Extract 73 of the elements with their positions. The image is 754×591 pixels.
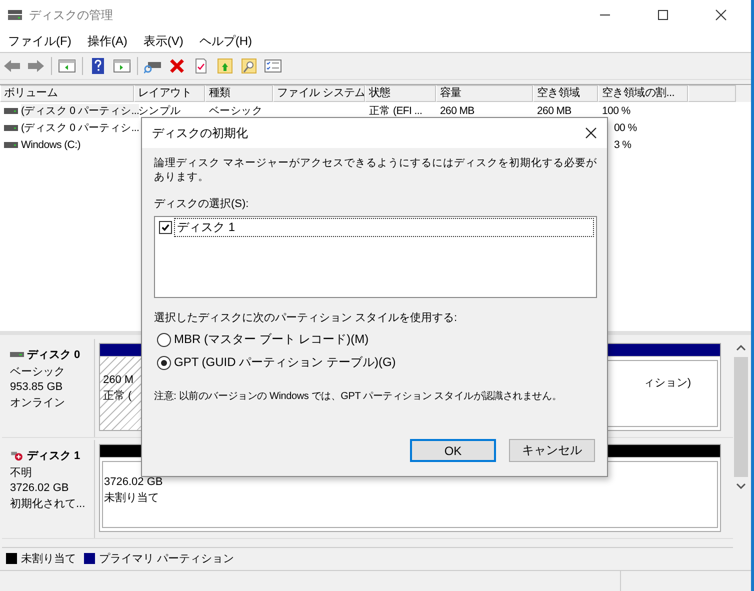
close-icon[interactable] bbox=[585, 127, 597, 139]
table-cell: (ディスク 0 パーティシ... bbox=[21, 120, 140, 134]
cancel-button[interactable]: キャンセル bbox=[509, 439, 595, 462]
partition-label: 正常 ( bbox=[103, 389, 132, 403]
menu-item[interactable]: ファイル(F) bbox=[8, 32, 72, 50]
table-cell: 3 % bbox=[614, 138, 632, 150]
help-icon[interactable] bbox=[89, 58, 107, 74]
disk-list-item[interactable]: ディスク 1 bbox=[174, 218, 594, 237]
partition-style-label: 選択したディスクに次のパーティション スタイルを使用する: bbox=[154, 311, 458, 325]
radio-button[interactable] bbox=[157, 356, 171, 370]
folder-up-icon[interactable] bbox=[216, 58, 234, 74]
disk-detail: 3726.02 GB bbox=[10, 482, 70, 494]
table-cell: (ディスク 0 パーティシ... bbox=[21, 104, 140, 118]
disk-icon bbox=[7, 9, 23, 21]
disk-name: ディスク 0 bbox=[27, 348, 80, 362]
table-cell: 260 MB bbox=[440, 104, 474, 116]
scroll-down-icon[interactable] bbox=[736, 483, 746, 489]
column-header[interactable]: 種類 bbox=[205, 85, 273, 102]
disk-detail: 不明 bbox=[10, 466, 33, 480]
column-header[interactable]: 状態 bbox=[365, 85, 436, 102]
column-header[interactable]: 空き領域の割... bbox=[598, 85, 688, 102]
radio-label[interactable]: GPT (GUID パーティション テーブル)(G) bbox=[174, 354, 396, 371]
disk-info-panel[interactable]: ディスク 1 不明 3726.02 GB 初期化されて... bbox=[2, 440, 95, 538]
column-header[interactable]: 空き領域 bbox=[533, 85, 598, 102]
dialog-message: 論理ディスク マネージャーがアクセスできるようにするにはディスクを初期化する必要があります。 bbox=[154, 156, 597, 184]
window-title: ディスクの管理 bbox=[29, 6, 113, 24]
legend-label: プライマリ パーティション bbox=[99, 552, 234, 566]
disk-detail: ベーシック bbox=[10, 365, 66, 379]
scroll-up-icon[interactable] bbox=[736, 345, 746, 351]
menu-item[interactable]: 操作(A) bbox=[87, 32, 128, 50]
partition-label: 未割り当て bbox=[104, 490, 159, 505]
column-header[interactable]: ボリューム bbox=[0, 85, 134, 102]
disk-info-panel[interactable]: ディスク 0 ベーシック 953.85 GB オンライン bbox=[2, 339, 95, 437]
disk-detail: 953.85 GB bbox=[10, 381, 64, 393]
column-header[interactable]: ファイル システム bbox=[273, 85, 365, 102]
panel-icon[interactable] bbox=[58, 58, 76, 74]
folder-search-icon[interactable] bbox=[240, 58, 258, 74]
table-cell: ベーシック bbox=[209, 104, 263, 118]
menu-item[interactable]: ヘルプ(H) bbox=[199, 32, 252, 50]
disk-select-label: ディスクの選択(S): bbox=[154, 197, 250, 211]
checklist-icon[interactable] bbox=[264, 58, 282, 74]
panel-icon[interactable] bbox=[113, 58, 131, 74]
partition-label: ィション) bbox=[643, 376, 691, 390]
disk-name: ディスク 1 bbox=[27, 449, 80, 463]
legend-label: 未割り当て bbox=[21, 552, 76, 566]
table-cell: 100 % bbox=[602, 104, 630, 116]
disk-detail: 初期化されて... bbox=[10, 496, 86, 511]
table-cell: 00 % bbox=[614, 122, 637, 134]
partition-label: 260 M bbox=[103, 374, 134, 386]
radio-label[interactable]: MBR (マスター ブート レコード)(M) bbox=[174, 331, 369, 348]
header-filler bbox=[688, 85, 736, 102]
close-icon[interactable] bbox=[715, 9, 727, 21]
drive-icon bbox=[4, 124, 18, 132]
forward-arrow-icon[interactable] bbox=[27, 58, 45, 74]
checkbox[interactable] bbox=[159, 221, 172, 234]
disk-detail: オンライン bbox=[10, 396, 66, 410]
drive-icon bbox=[4, 106, 18, 114]
partition-label: 3726.02 GB bbox=[104, 476, 163, 488]
back-arrow-icon[interactable] bbox=[3, 58, 21, 74]
maximize-icon[interactable] bbox=[657, 9, 669, 21]
table-cell: シンプル bbox=[138, 104, 181, 118]
table-cell: 正常 (EFI ... bbox=[369, 104, 422, 118]
column-header[interactable]: 容量 bbox=[436, 85, 533, 102]
radio-button[interactable] bbox=[157, 332, 171, 346]
dialog-title: ディスクの初期化 bbox=[152, 124, 248, 142]
delete-icon[interactable] bbox=[168, 58, 186, 74]
drive-icon bbox=[4, 140, 18, 148]
disk-error-icon bbox=[10, 450, 24, 460]
menu-item[interactable]: 表示(V) bbox=[143, 32, 184, 50]
ok-button[interactable]: OK bbox=[410, 439, 496, 462]
column-header[interactable]: レイアウト bbox=[134, 85, 205, 102]
table-cell: 260 MB bbox=[537, 104, 572, 116]
table-cell: Windows (C:) bbox=[21, 138, 80, 150]
